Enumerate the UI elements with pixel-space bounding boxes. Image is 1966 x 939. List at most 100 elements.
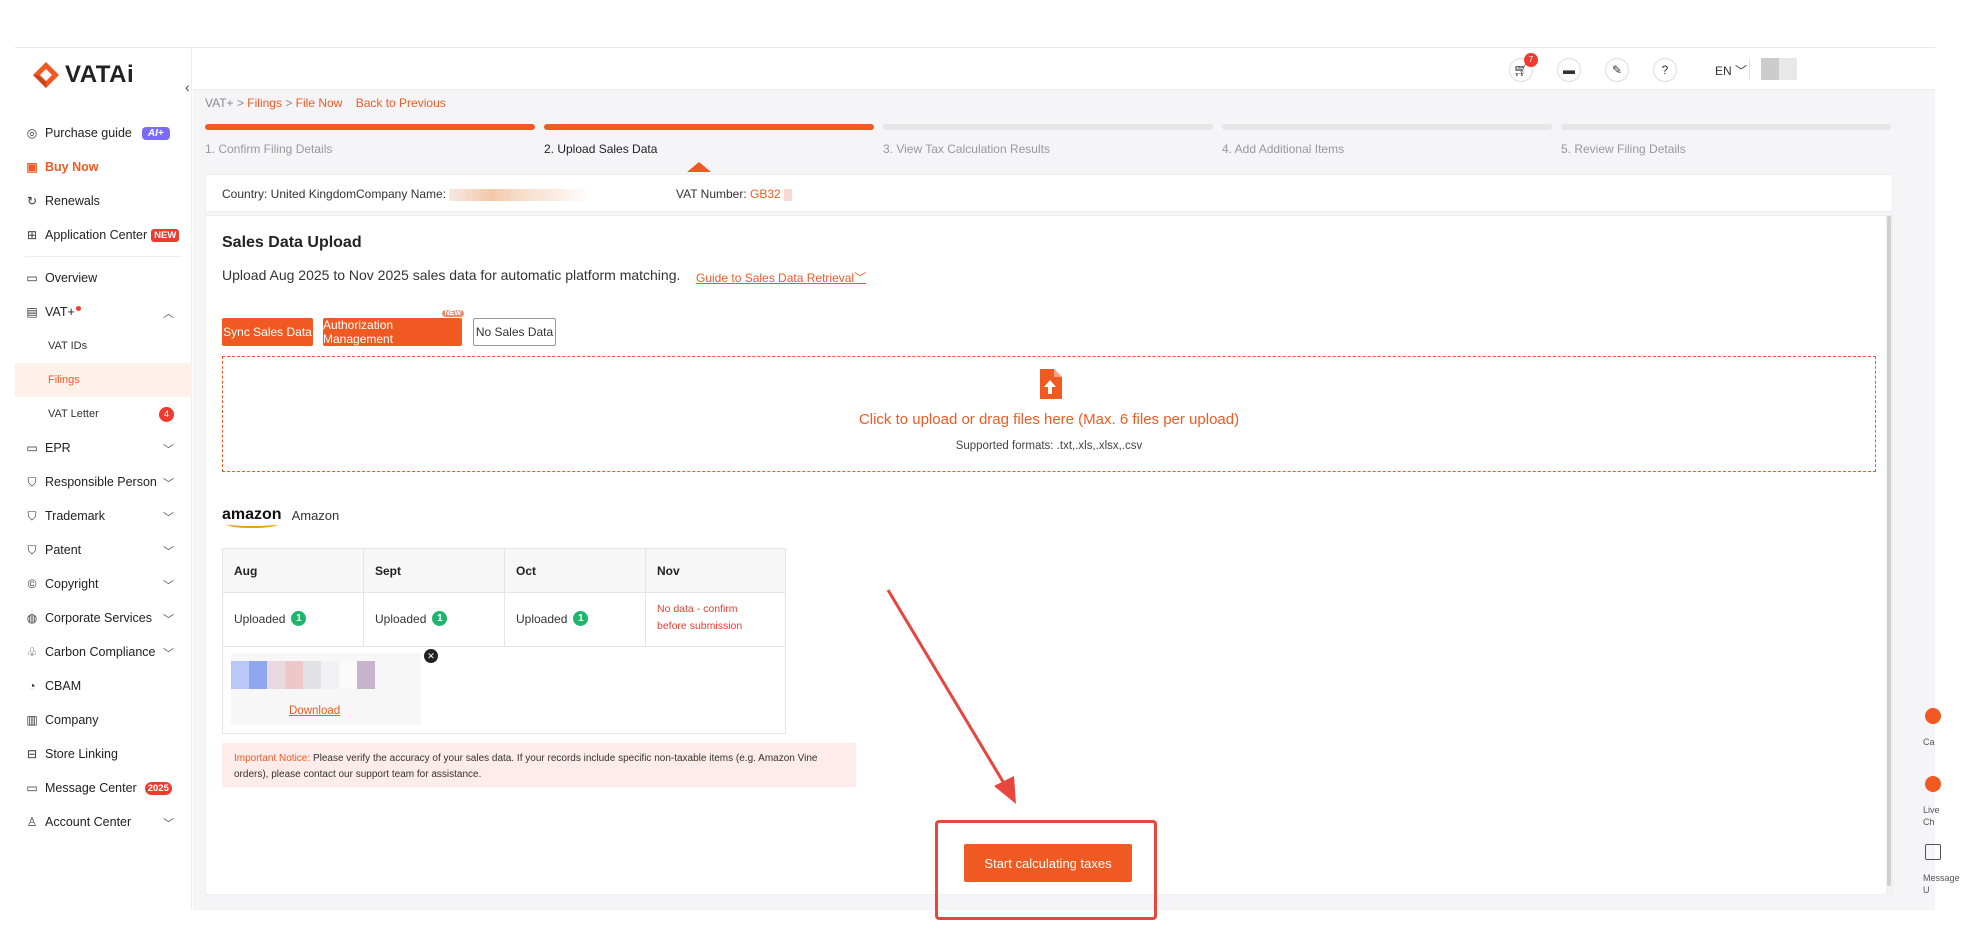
ticket-icon: ▬ (1563, 63, 1575, 77)
step-4: 4. Add Additional Items (1222, 124, 1552, 156)
sidebar-item-purchase-guide[interactable]: ◎ Purchase guide AI+ (15, 116, 192, 150)
no-sales-data-button[interactable]: No Sales Data (473, 318, 556, 346)
floating-help-panel: Ca Live Ch Message U (1913, 700, 1960, 920)
sidebar-item-trademark[interactable]: ⛉ Trademark ﹀ (15, 499, 192, 533)
status-text: Uploaded (516, 611, 568, 626)
message-icon: ▭ (26, 781, 38, 795)
sidebar-item-vat-letter[interactable]: VAT Letter 4 (15, 397, 192, 431)
thumb-block (249, 661, 267, 689)
sidebar-item-company[interactable]: ▥ Company (15, 703, 192, 737)
sidebar-item-buy-now[interactable]: ▣ Buy Now (15, 150, 192, 184)
status-cell-sept[interactable]: Uploaded 1 (375, 611, 448, 626)
scrollbar-thumb[interactable] (1887, 216, 1891, 886)
step-bar (205, 124, 535, 130)
thumb-block (231, 661, 249, 689)
guide-link[interactable]: Guide to Sales Data Retrieval﹀ (696, 269, 866, 286)
current-step-indicator (687, 162, 711, 172)
amazon-logo: amazon (222, 506, 282, 528)
sidebar-item-label: VAT IDs (48, 340, 88, 352)
vat-number: VAT Number: GB32 (676, 187, 793, 201)
sidebar: VATAi ‹ ◎ Purchase guide AI+ ▣ Buy Now ↻… (15, 48, 192, 910)
floating-label: Live Ch (1923, 805, 1940, 827)
sidebar-item-label: Trademark (45, 509, 105, 523)
chat-icon (1925, 776, 1941, 792)
help-button[interactable]: ? (1653, 58, 1677, 82)
sidebar-item-message-center[interactable]: ▭ Message Center 2025 (15, 771, 192, 805)
globe-icon: ◍ (26, 611, 38, 625)
upload-file-icon (1040, 369, 1062, 399)
vat-letter-count-badge: 4 (159, 407, 174, 422)
important-notice: Important Notice: Please verify the accu… (222, 743, 856, 787)
step-1: 1. Confirm Filing Details (205, 124, 535, 156)
file-drop-zone[interactable]: Click to upload or drag files here (Max.… (222, 356, 1876, 472)
file-count-badge: 1 (432, 611, 448, 626)
step-label: 3. View Tax Calculation Results (883, 142, 1050, 156)
language-selector[interactable]: EN ﹀ (1715, 62, 1747, 79)
avatar[interactable] (1761, 58, 1797, 80)
sidebar-item-application-center[interactable]: ⊞ Application Center NEW (15, 218, 192, 252)
step-bar (1561, 124, 1891, 130)
column-header-sept: Sept (375, 564, 402, 578)
amazon-label: Amazon (291, 507, 340, 523)
sidebar-item-corporate-services[interactable]: ◍ Corporate Services ﹀ (15, 601, 192, 635)
notice-text: Please verify the accuracy of your sales… (234, 753, 818, 780)
sidebar-item-label: VAT Letter (48, 408, 99, 420)
status-cell-aug[interactable]: Uploaded 1 (234, 611, 307, 626)
status-cell-nov: No data - confirm before submission (657, 603, 743, 632)
thumb-block (321, 661, 339, 689)
file-count-badge: 1 (573, 611, 589, 626)
sidebar-item-carbon-compliance[interactable]: ♧ Carbon Compliance ﹀ (15, 635, 192, 669)
redacted-vat (784, 188, 793, 201)
cbam-icon: ◔ (28, 679, 36, 693)
sales-data-card: Sales Data Upload Upload Aug 2025 to Nov… (205, 215, 1893, 896)
building-icon: ▥ (26, 713, 38, 727)
sidebar-item-label: Corporate Services (45, 611, 152, 625)
country-text: Country: United Kingdom (222, 187, 357, 201)
cart-button[interactable]: 🛒︎ 7 (1509, 53, 1538, 82)
sidebar-item-filings[interactable]: Filings (15, 363, 192, 397)
sidebar-item-epr[interactable]: ▭ EPR ﹀ (15, 431, 192, 465)
sidebar-item-responsible-person[interactable]: ⛉ Responsible Person ﹀ (15, 465, 192, 499)
back-to-previous-link[interactable]: Back to Previous (356, 96, 446, 110)
sidebar-item-account-center[interactable]: ♙ Account Center ﹀ (15, 805, 192, 839)
breadcrumb-filings[interactable]: Filings (247, 96, 282, 110)
sidebar-item-store-linking[interactable]: ⊟ Store Linking (15, 737, 192, 771)
sidebar-item-cbam[interactable]: ◔ CBAM (15, 669, 192, 703)
step-3: 3. View Tax Calculation Results (883, 124, 1213, 156)
sidebar-item-overview[interactable]: ▭ Overview (15, 261, 192, 295)
tools-button[interactable]: ✎ (1605, 58, 1629, 82)
breadcrumb-root[interactable]: VAT+ (205, 96, 234, 110)
trademark-icon: ⛉ (27, 508, 37, 523)
ticket-button[interactable]: ▬ (1557, 58, 1581, 82)
scrollbar[interactable] (1886, 216, 1892, 896)
authorization-management-button[interactable]: Authorization Management NEW (323, 310, 464, 346)
floating-message[interactable]: Message U (1913, 844, 1960, 904)
brand-logo[interactable]: VATAi (31, 60, 134, 90)
sidebar-item-label: Filings (48, 374, 80, 386)
chevron-down-icon: ﹀ (163, 512, 174, 524)
status-cell-oct[interactable]: Uploaded 1 (516, 611, 589, 626)
main-content: VAT+ > Filings > File Now Back to Previo… (193, 90, 1935, 910)
sync-sales-data-button[interactable]: Sync Sales Data (222, 318, 313, 346)
sidebar-item-patent[interactable]: ⛉ Patent ﹀ (15, 533, 192, 567)
sidebar-item-vat-ids[interactable]: VAT IDs (15, 329, 192, 363)
section-title: Sales Data Upload (222, 234, 362, 251)
floating-cart[interactable]: Ca (1913, 708, 1943, 768)
floating-live-chat[interactable]: Live Ch (1913, 776, 1943, 836)
column-header-oct: Oct (516, 564, 537, 578)
app-root: VATAi ‹ ◎ Purchase guide AI+ ▣ Buy Now ↻… (0, 0, 1966, 939)
breadcrumb-separator: > (285, 96, 293, 110)
remove-file-icon[interactable]: ✕ (424, 649, 438, 663)
step-2: 2. Upload Sales Data (544, 124, 874, 156)
file-thumbnail (231, 661, 381, 689)
sidebar-item-vat[interactable]: ▤ VAT+ ︿ (15, 295, 192, 329)
download-link[interactable]: Download (289, 705, 340, 717)
floating-label: Ca (1923, 737, 1935, 747)
sidebar-item-renewals[interactable]: ↻ Renewals (15, 184, 192, 218)
company-name: Company Name: (356, 187, 590, 201)
annotation-highlight-box (935, 820, 1157, 920)
breadcrumb-file-now[interactable]: File Now (296, 96, 343, 110)
upload-description: Upload Aug 2025 to Nov 2025 sales data f… (222, 267, 681, 283)
redacted-company-name (449, 188, 590, 201)
sidebar-item-copyright[interactable]: © Copyright ﹀ (15, 567, 192, 601)
